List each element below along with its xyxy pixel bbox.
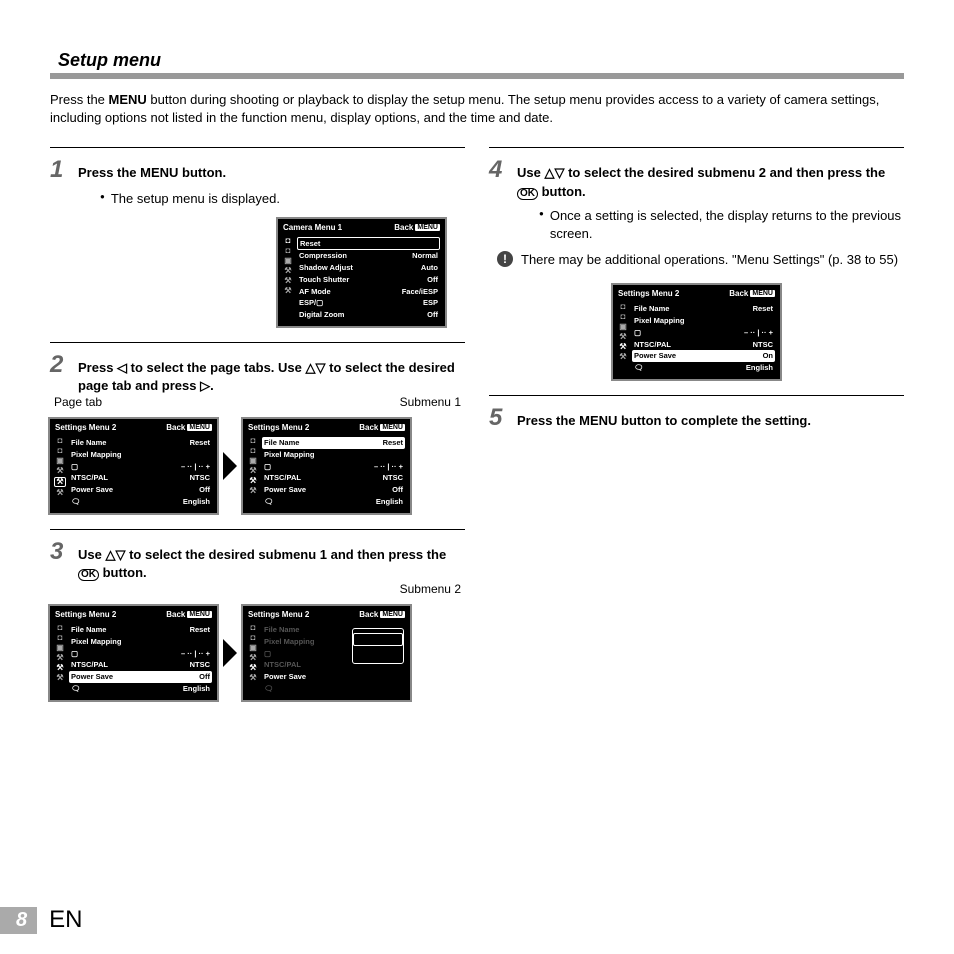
playback-icon: ▣ xyxy=(56,457,64,465)
lcd-step3-left: Settings Menu 2BackMENU ◘◘▣⚒⚒⚒ File Name… xyxy=(50,606,217,700)
lcd-title: Camera Menu 1 xyxy=(283,223,342,232)
note-text: There may be additional operations. "Men… xyxy=(521,251,898,269)
wrench-selected-icon: ⚒ xyxy=(56,664,63,672)
wrench-selected-icon: ⚒ xyxy=(54,477,65,487)
triangle-down-icon: ▽ xyxy=(554,165,564,180)
wrench2-icon: ⚒ xyxy=(284,277,291,285)
triangle-down-icon: ▽ xyxy=(115,547,125,562)
page-language: EN xyxy=(49,906,82,934)
triangle-up-icon: △ xyxy=(306,360,316,375)
step-number: 5 xyxy=(489,404,509,432)
lcd-step4: Settings Menu 2BackMENU ◘◘▣⚒⚒⚒ File Name… xyxy=(613,285,780,379)
ok-button-icon: OK xyxy=(78,569,99,581)
label-submenu1: Submenu 1 xyxy=(400,395,461,409)
wrench-icon: ⚒ xyxy=(284,267,291,275)
step-5: 5 Press the MENU button to complete the … xyxy=(489,395,904,432)
ok-button-icon: OK xyxy=(517,188,538,200)
intro-pre: Press the xyxy=(50,92,109,107)
lcd-settings-left: Settings Menu 2BackMENU ◘◘▣⚒⚒⚒ File Name… xyxy=(50,419,217,513)
wrench-selected-icon: ⚒ xyxy=(619,343,626,351)
step-1: 1 Press the MENU button. The setup menu … xyxy=(50,147,465,325)
section-title: Setup menu xyxy=(50,50,904,79)
wrench3-icon: ⚒ xyxy=(619,353,626,361)
triangle-left-icon: ◁ xyxy=(117,360,127,375)
wrench-icon: ⚒ xyxy=(56,654,63,662)
playback-icon: ▣ xyxy=(249,457,257,465)
intro-text: Press the MENU button during shooting or… xyxy=(50,91,904,127)
label-submenu2: Submenu 2 xyxy=(400,582,461,596)
page-number: 8 xyxy=(0,907,37,934)
camera-icon: ◘ xyxy=(251,624,256,632)
triangle-right-icon: ▷ xyxy=(200,378,210,393)
lcd-list: Reset CompressionNormal Shadow AdjustAut… xyxy=(295,235,444,325)
wrench-icon: ⚒ xyxy=(249,654,256,662)
step-4-text: Use △▽ to select the desired submenu 2 a… xyxy=(517,164,904,200)
lcd-tab-icons: ◘ ◘ ▣ ⚒ ⚒ ⚒ xyxy=(279,235,295,325)
camera-icon: ◘ xyxy=(58,437,63,445)
intro-post: button during shooting or playback to di… xyxy=(50,92,879,125)
step-number: 1 xyxy=(50,156,70,184)
wrench3-icon: ⚒ xyxy=(56,674,63,682)
wrench3-icon: ⚒ xyxy=(249,487,256,495)
lcd-labels: Submenu 2 xyxy=(50,582,465,596)
submenu-popup: Off On xyxy=(352,628,404,664)
step-4: 4 Use △▽ to select the desired submenu 2… xyxy=(489,147,904,378)
step-2-text: Press ◁ to select the page tabs. Use △▽ … xyxy=(78,359,465,395)
step-2: 2 Press ◁ to select the page tabs. Use △… xyxy=(50,342,465,513)
step-1-bullet: The setup menu is displayed. xyxy=(100,190,465,208)
camera2-icon: ◘ xyxy=(621,313,626,321)
label-page-tab: Page tab xyxy=(54,395,102,409)
triangle-down-icon: ▽ xyxy=(316,360,326,375)
playback-icon: ▣ xyxy=(56,644,64,652)
lcd-settings-right: Settings Menu 2BackMENU ◘◘▣⚒⚒⚒ File Name… xyxy=(243,419,410,513)
lcd-camera-menu-1: Camera Menu 1 BackMENU ◘ ◘ ▣ ⚒ ⚒ ⚒ xyxy=(278,219,445,326)
camera-icon: ◘ xyxy=(621,303,626,311)
arrow-right-icon xyxy=(223,639,237,667)
wrench3-icon: ⚒ xyxy=(56,489,63,497)
wrench-icon: ⚒ xyxy=(56,467,63,475)
camera2-icon: ◘ xyxy=(251,447,256,455)
popup-option-on: On xyxy=(354,648,402,659)
popup-option-off: Off xyxy=(353,633,403,646)
playback-icon: ▣ xyxy=(249,644,257,652)
arrow-right-icon xyxy=(223,452,237,480)
wrench-icon: ⚒ xyxy=(249,467,256,475)
note-icon: ! xyxy=(497,251,513,267)
intro-menu: MENU xyxy=(109,92,147,107)
triangle-up-icon: △ xyxy=(105,547,115,562)
step-number: 2 xyxy=(50,351,70,379)
wrench-selected-icon: ⚒ xyxy=(249,664,256,672)
lcd-labels: Page tab Submenu 1 xyxy=(50,395,465,409)
step-3: 3 Use △▽ to select the desired submenu 1… xyxy=(50,529,465,700)
camera2-icon: ◘ xyxy=(58,634,63,642)
wrench-selected-icon: ⚒ xyxy=(249,477,256,485)
step-number: 3 xyxy=(50,538,70,566)
camera-icon: ◘ xyxy=(286,237,291,245)
step-number: 4 xyxy=(489,156,509,184)
step-4-bullet: Once a setting is selected, the display … xyxy=(539,207,904,243)
camera2-icon: ◘ xyxy=(251,634,256,642)
triangle-up-icon: △ xyxy=(544,165,554,180)
playback-icon: ▣ xyxy=(619,323,627,331)
camera2-icon: ◘ xyxy=(58,447,63,455)
page-footer: 8 EN xyxy=(0,906,82,934)
camera-icon: ◘ xyxy=(251,437,256,445)
step-1-text: Press the MENU button. xyxy=(78,164,465,182)
camera2-icon: ◘ xyxy=(286,247,291,255)
wrench3-icon: ⚒ xyxy=(284,287,291,295)
playback-icon: ▣ xyxy=(284,257,292,265)
step-4-note: ! There may be additional operations. "M… xyxy=(497,251,904,269)
wrench3-icon: ⚒ xyxy=(249,674,256,682)
camera-icon: ◘ xyxy=(58,624,63,632)
wrench-icon: ⚒ xyxy=(619,333,626,341)
lcd-back: BackMENU xyxy=(394,223,440,232)
step-5-text: Press the MENU button to complete the se… xyxy=(517,412,904,430)
step-3-text: Use △▽ to select the desired submenu 1 a… xyxy=(78,546,465,582)
